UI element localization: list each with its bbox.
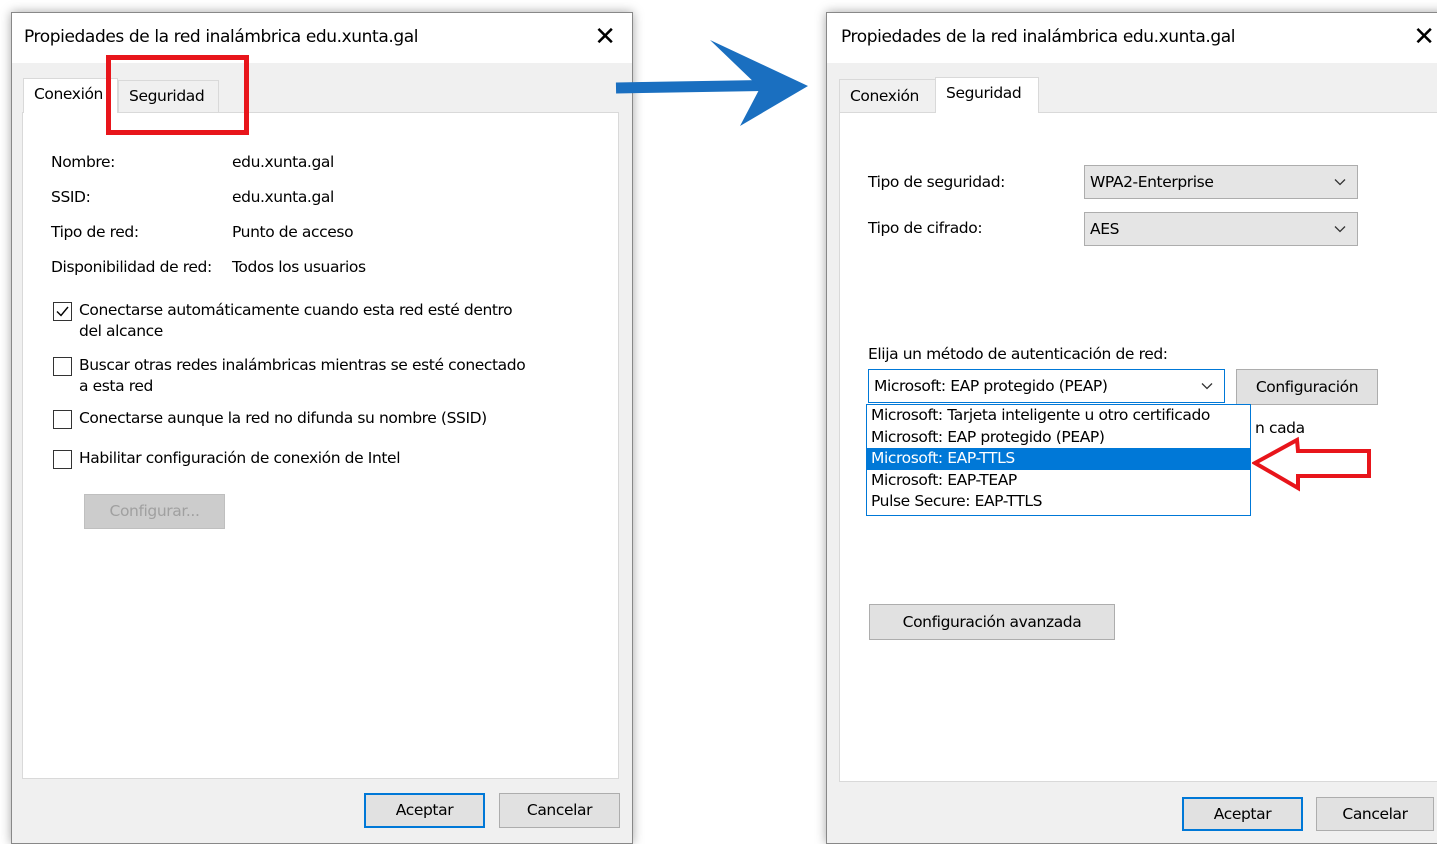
dropdown-option[interactable]: Pulse Secure: EAP-TTLS — [867, 491, 1250, 513]
dropdown-option-selected[interactable]: Microsoft: EAP-TTLS — [867, 448, 1250, 470]
right-tab-seguridad-label: Seguridad — [946, 84, 1022, 102]
right-tab-conexion-label: Conexión — [850, 87, 919, 105]
field-value-tipo-red: Punto de acceso — [232, 223, 354, 241]
field-label-ssid: SSID: — [51, 188, 91, 206]
right-tab-conexion[interactable]: Conexión — [839, 79, 936, 112]
field-label-disponibilidad: Disponibilidad de red: — [51, 258, 212, 276]
chevron-down-icon — [1201, 383, 1213, 390]
checkbox-auto-connect-label: Conectarse automáticamente cuando esta r… — [79, 300, 513, 342]
field-label-tipo-red: Tipo de red: — [51, 223, 139, 241]
field-value-disponibilidad: Todos los usuarios — [232, 258, 366, 276]
field-value-nombre: edu.xunta.gal — [232, 153, 334, 171]
auth-method-select[interactable]: Microsoft: EAP protegido (PEAP) — [868, 369, 1225, 403]
checkbox-intel-config[interactable] — [53, 450, 72, 469]
checkmark-icon — [56, 306, 69, 317]
auth-method-label: Elija un método de autenticación de red: — [868, 345, 1168, 363]
right-titlebar: Propiedades de la red inalámbrica edu.xu… — [827, 13, 1437, 63]
encryption-label: Tipo de cifrado: — [868, 219, 983, 237]
dropdown-option[interactable]: Microsoft: EAP-TEAP — [867, 470, 1250, 492]
red-arrow-icon — [1252, 436, 1371, 492]
left-titlebar: Propiedades de la red inalámbrica edu.xu… — [12, 13, 632, 63]
left-tab-conexion[interactable]: Conexión — [23, 78, 118, 113]
checkbox-auto-connect-line1: Conectarse automáticamente cuando esta r… — [79, 301, 513, 319]
left-tab-conexion-label: Conexión — [34, 85, 103, 103]
advanced-config-button[interactable]: Configuración avanzada — [869, 604, 1115, 640]
right-cancel-button[interactable]: Cancelar — [1316, 797, 1434, 831]
checkbox-hidden-ssid-label: Conectarse aunque la red no difunda su n… — [79, 409, 487, 427]
right-close-button[interactable]: ✕ — [1407, 21, 1437, 55]
chevron-down-icon — [1334, 226, 1346, 233]
checkbox-search-networks-line1: Buscar otras redes inalámbricas mientras… — [79, 356, 526, 374]
auth-config-button[interactable]: Configuración — [1236, 369, 1378, 405]
security-type-label: Tipo de seguridad: — [868, 173, 1006, 191]
checkbox-search-networks-label: Buscar otras redes inalámbricas mientras… — [79, 355, 526, 397]
left-ok-button[interactable]: Aceptar — [364, 793, 485, 828]
field-value-ssid: edu.xunta.gal — [232, 188, 334, 206]
dropdown-option[interactable]: Microsoft: EAP protegido (PEAP) — [867, 427, 1250, 449]
checkbox-intel-config-label: Habilitar configuración de conexión de I… — [79, 449, 401, 467]
auth-method-dropdown-list: Microsoft: Tarjeta inteligente u otro ce… — [866, 404, 1251, 516]
auth-method-value: Microsoft: EAP protegido (PEAP) — [874, 377, 1108, 395]
left-dialog: Propiedades de la red inalámbrica edu.xu… — [11, 12, 633, 844]
security-type-value: WPA2-Enterprise — [1090, 173, 1214, 191]
hidden-text-fragment: n cada — [1255, 419, 1305, 437]
chevron-down-icon — [1334, 179, 1346, 186]
configure-button: Configurar... — [84, 494, 225, 529]
left-tab-panel: Nombre: edu.xunta.gal SSID: edu.xunta.ga… — [22, 112, 619, 779]
checkbox-search-networks-line2: a esta red — [79, 377, 153, 395]
highlight-box — [106, 55, 249, 135]
left-dialog-title: Propiedades de la red inalámbrica edu.xu… — [24, 27, 419, 47]
checkbox-hidden-ssid[interactable] — [53, 410, 72, 429]
checkbox-auto-connect-line2: del alcance — [79, 322, 163, 340]
blue-arrow-icon — [615, 40, 808, 126]
encryption-value: AES — [1090, 220, 1120, 238]
checkbox-auto-connect[interactable] — [53, 302, 72, 321]
security-type-select[interactable]: WPA2-Enterprise — [1084, 165, 1358, 199]
right-tab-seguridad[interactable]: Seguridad — [935, 77, 1039, 113]
encryption-select[interactable]: AES — [1084, 212, 1358, 246]
field-label-nombre: Nombre: — [51, 153, 116, 171]
right-ok-button[interactable]: Aceptar — [1182, 797, 1303, 831]
left-cancel-button[interactable]: Cancelar — [499, 793, 620, 828]
dropdown-option[interactable]: Microsoft: Tarjeta inteligente u otro ce… — [867, 405, 1250, 427]
checkbox-search-networks[interactable] — [53, 357, 72, 376]
right-dialog-title: Propiedades de la red inalámbrica edu.xu… — [841, 27, 1236, 47]
